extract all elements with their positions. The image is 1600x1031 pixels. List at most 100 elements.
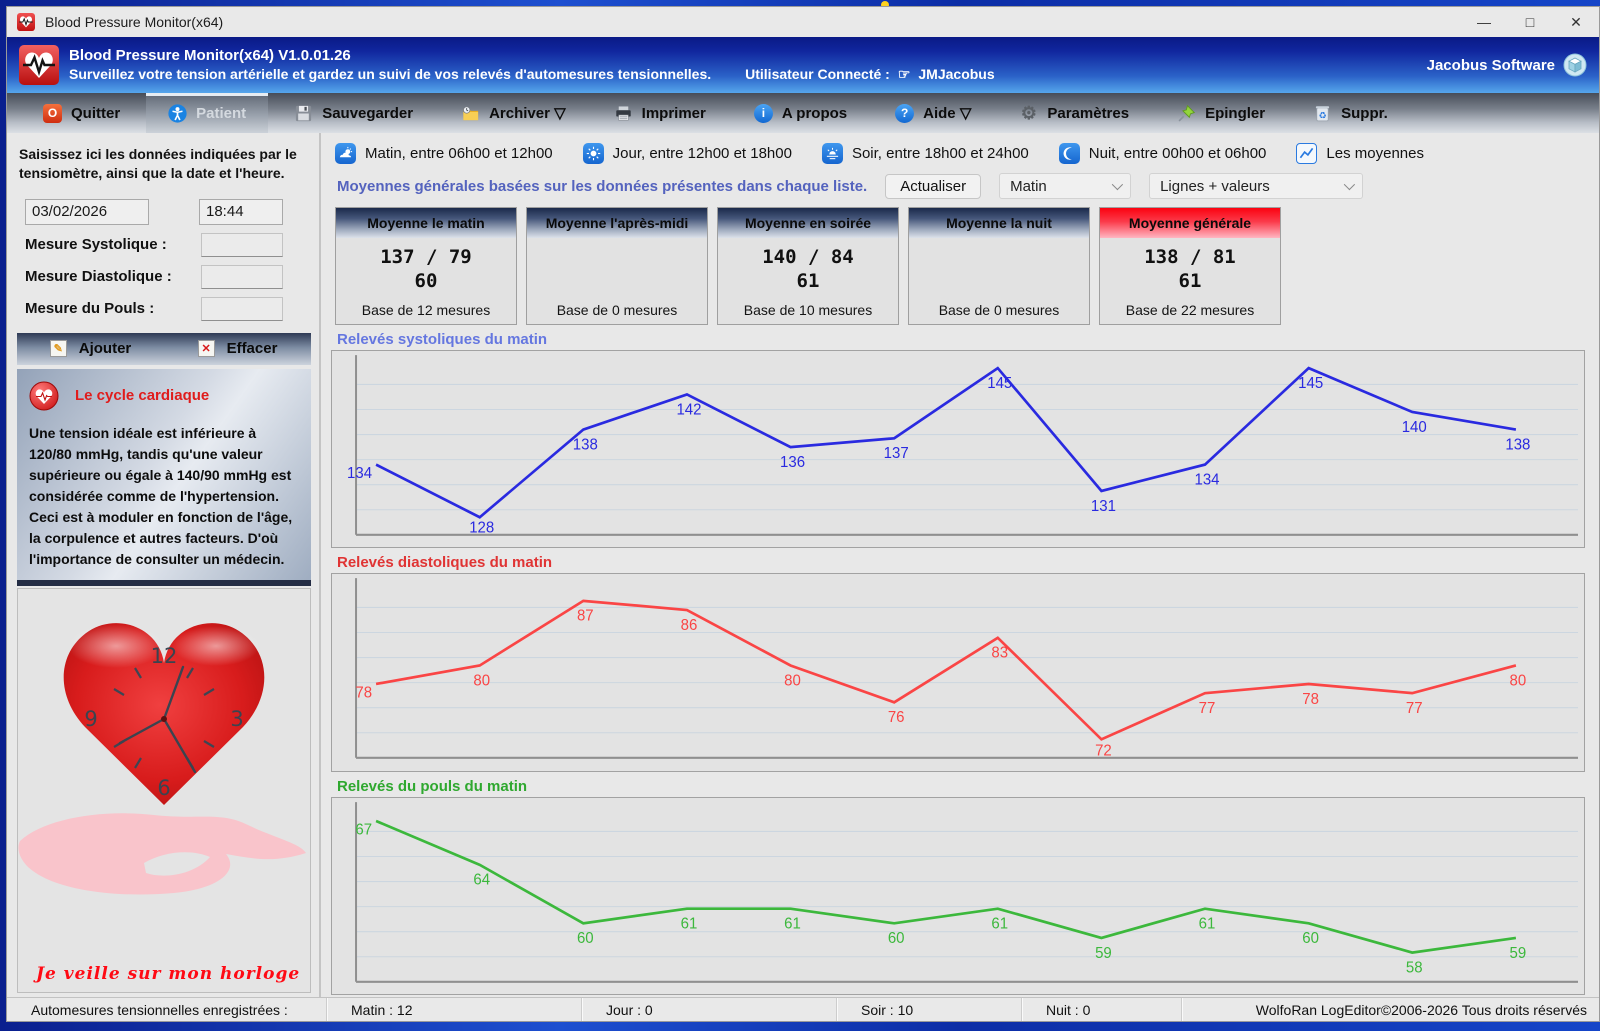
svg-text:72: 72 (1095, 743, 1112, 760)
folder-icon (461, 104, 480, 123)
svg-text:76: 76 (888, 709, 905, 726)
close-button[interactable]: ✕ (1553, 7, 1599, 37)
app-logo-icon (19, 45, 59, 85)
card-moyenne-matin: Moyenne le matin 137 / 79 60 Base de 12 … (335, 207, 517, 325)
minimize-button[interactable]: — (1461, 7, 1507, 37)
maximize-button[interactable]: □ (1507, 7, 1553, 37)
svg-text:78: 78 (1302, 691, 1319, 708)
toolbar-item-parametres[interactable]: ⚙ Paramètres (997, 93, 1151, 133)
card-pulse-value: 61 (797, 270, 820, 294)
floppy-icon (294, 104, 313, 123)
period-select[interactable]: Matin (999, 173, 1131, 199)
tab-label: Matin, entre 06h00 et 12h00 (365, 145, 553, 162)
user-name: JMJacobus (918, 66, 994, 82)
tab-label: Nuit, entre 00h00 et 06h00 (1089, 145, 1267, 162)
systolic-input[interactable] (201, 233, 283, 257)
toolbar-item-suppr[interactable]: ♻ Suppr. (1291, 93, 1410, 133)
toolbar-item-patient[interactable]: Patient (146, 93, 268, 133)
card-base-count: Base de 0 mesures (909, 302, 1089, 324)
chevron-down-icon (1344, 179, 1355, 190)
svg-text:61: 61 (1199, 915, 1216, 932)
user-label: Utilisateur Connecté : (745, 66, 890, 82)
svg-text:87: 87 (577, 608, 594, 625)
toolbar-item-quitter[interactable]: O Quitter (21, 93, 142, 133)
toolbar-label: Quitter (71, 105, 120, 122)
brand-name: Jacobus Software (1427, 57, 1555, 74)
cardiac-info-text: Une tension idéale est inférieure à 120/… (29, 423, 299, 570)
delete-page-icon: ✕ (198, 340, 215, 357)
clear-button[interactable]: ✕ Effacer (164, 333, 311, 365)
pulse-chart-title: Relevés du pouls du matin (331, 778, 1585, 795)
display-style-select[interactable]: Lignes + valeurs (1149, 173, 1363, 199)
svg-text:134: 134 (1194, 471, 1220, 488)
toolbar-item-imprimer[interactable]: Imprimer (592, 93, 728, 133)
sunrise-icon (335, 143, 356, 164)
period-tab-bar: Matin, entre 06h00 et 12h00 Jour, entre … (331, 137, 1585, 169)
header-text: Blood Pressure Monitor(x64) V1.0.01.26 S… (69, 47, 995, 83)
diastolic-chart: 788087868076837277787780 (332, 574, 1584, 770)
header-app-title: Blood Pressure Monitor(x64) V1.0.01.26 (69, 47, 995, 64)
add-button[interactable]: ✎ Ajouter (17, 333, 164, 365)
app-window: Blood Pressure Monitor(x64) — □ ✕ Blood … (6, 6, 1600, 1022)
toolbar-item-sauvegarder[interactable]: Sauvegarder (272, 93, 435, 133)
trash-icon: ♻ (1313, 104, 1332, 123)
sidebar: Saisissez ici les données indiquées par … (7, 133, 321, 997)
svg-text:138: 138 (1505, 436, 1530, 453)
power-icon: O (43, 104, 62, 123)
pulse-input[interactable] (201, 297, 283, 321)
clock-number-6: 6 (157, 776, 170, 800)
main-panel: Matin, entre 06h00 et 12h00 Jour, entre … (321, 133, 1599, 997)
titlebar: Blood Pressure Monitor(x64) — □ ✕ (7, 7, 1599, 37)
tab-nuit[interactable]: Nuit, entre 00h00 et 06h00 (1059, 143, 1267, 164)
statusbar-jour-count: Jour : 0 (582, 998, 837, 1021)
statusbar-label: Automesures tensionnelles enregistrées : (7, 998, 327, 1021)
svg-text:136: 136 (780, 454, 805, 471)
toolbar-item-epingler[interactable]: Epingler (1155, 93, 1287, 133)
entry-instructions: Saisissez ici les données indiquées par … (19, 145, 309, 183)
card-base-count: Base de 12 mesures (336, 302, 516, 324)
clock-number-9: 9 (84, 707, 97, 731)
pin-icon (1177, 104, 1196, 123)
tab-les-moyennes[interactable]: Les moyennes (1296, 143, 1424, 164)
statusbar: Automesures tensionnelles enregistrées :… (7, 997, 1599, 1021)
card-title: Moyenne générale (1100, 208, 1280, 238)
tab-matin[interactable]: Matin, entre 06h00 et 12h00 (335, 143, 553, 164)
app-header: Blood Pressure Monitor(x64) V1.0.01.26 S… (7, 37, 1599, 93)
motto-text: Je veille sur mon horloge (36, 964, 300, 984)
card-title: Moyenne la nuit (909, 208, 1089, 238)
tab-jour[interactable]: Jour, entre 12h00 et 18h00 (583, 143, 792, 164)
toolbar-item-a-propos[interactable]: i A propos (732, 93, 869, 133)
diastolic-label: Mesure Diastolique : (25, 268, 172, 285)
toolbar-item-archiver[interactable]: Archiver ▽ (439, 93, 588, 133)
svg-text:80: 80 (473, 672, 490, 689)
svg-text:77: 77 (1406, 700, 1423, 717)
app-icon (17, 13, 35, 31)
tab-label: Soir, entre 18h00 et 24h00 (852, 145, 1029, 162)
entry-action-bar: ✎ Ajouter ✕ Effacer (17, 333, 311, 365)
time-input[interactable] (199, 199, 283, 225)
pulse-chart: 676460616160615961605859 (332, 798, 1584, 994)
clock-number-3: 3 (230, 707, 243, 731)
toolbar-item-aide[interactable]: ? Aide ▽ (873, 93, 993, 133)
window-controls: — □ ✕ (1461, 7, 1599, 37)
tab-soir[interactable]: Soir, entre 18h00 et 24h00 (822, 143, 1029, 164)
svg-text:145: 145 (987, 375, 1012, 392)
period-select-value: Matin (1010, 178, 1047, 195)
date-input[interactable] (25, 199, 149, 225)
connected-user: Utilisateur Connecté : ☞ JMJacobus (745, 66, 995, 83)
svg-text:67: 67 (355, 821, 372, 838)
brand: Jacobus Software (1427, 53, 1587, 77)
toolbar-label: Aide ▽ (923, 104, 971, 122)
svg-text:131: 131 (1091, 498, 1116, 515)
systolic-chart: 134128138142136137145131134145140138 (332, 351, 1584, 547)
svg-text:80: 80 (784, 672, 801, 689)
card-pulse-value: 61 (1179, 270, 1202, 294)
card-base-count: Base de 22 mesures (1100, 302, 1280, 324)
diastolic-input[interactable] (201, 265, 283, 289)
chevron-down-icon (1112, 179, 1123, 190)
chart-icon (1296, 143, 1317, 164)
svg-text:61: 61 (784, 915, 801, 932)
svg-text:61: 61 (681, 915, 698, 932)
statusbar-nuit-count: Nuit : 0 (1022, 998, 1182, 1021)
refresh-button[interactable]: Actualiser (885, 174, 981, 199)
